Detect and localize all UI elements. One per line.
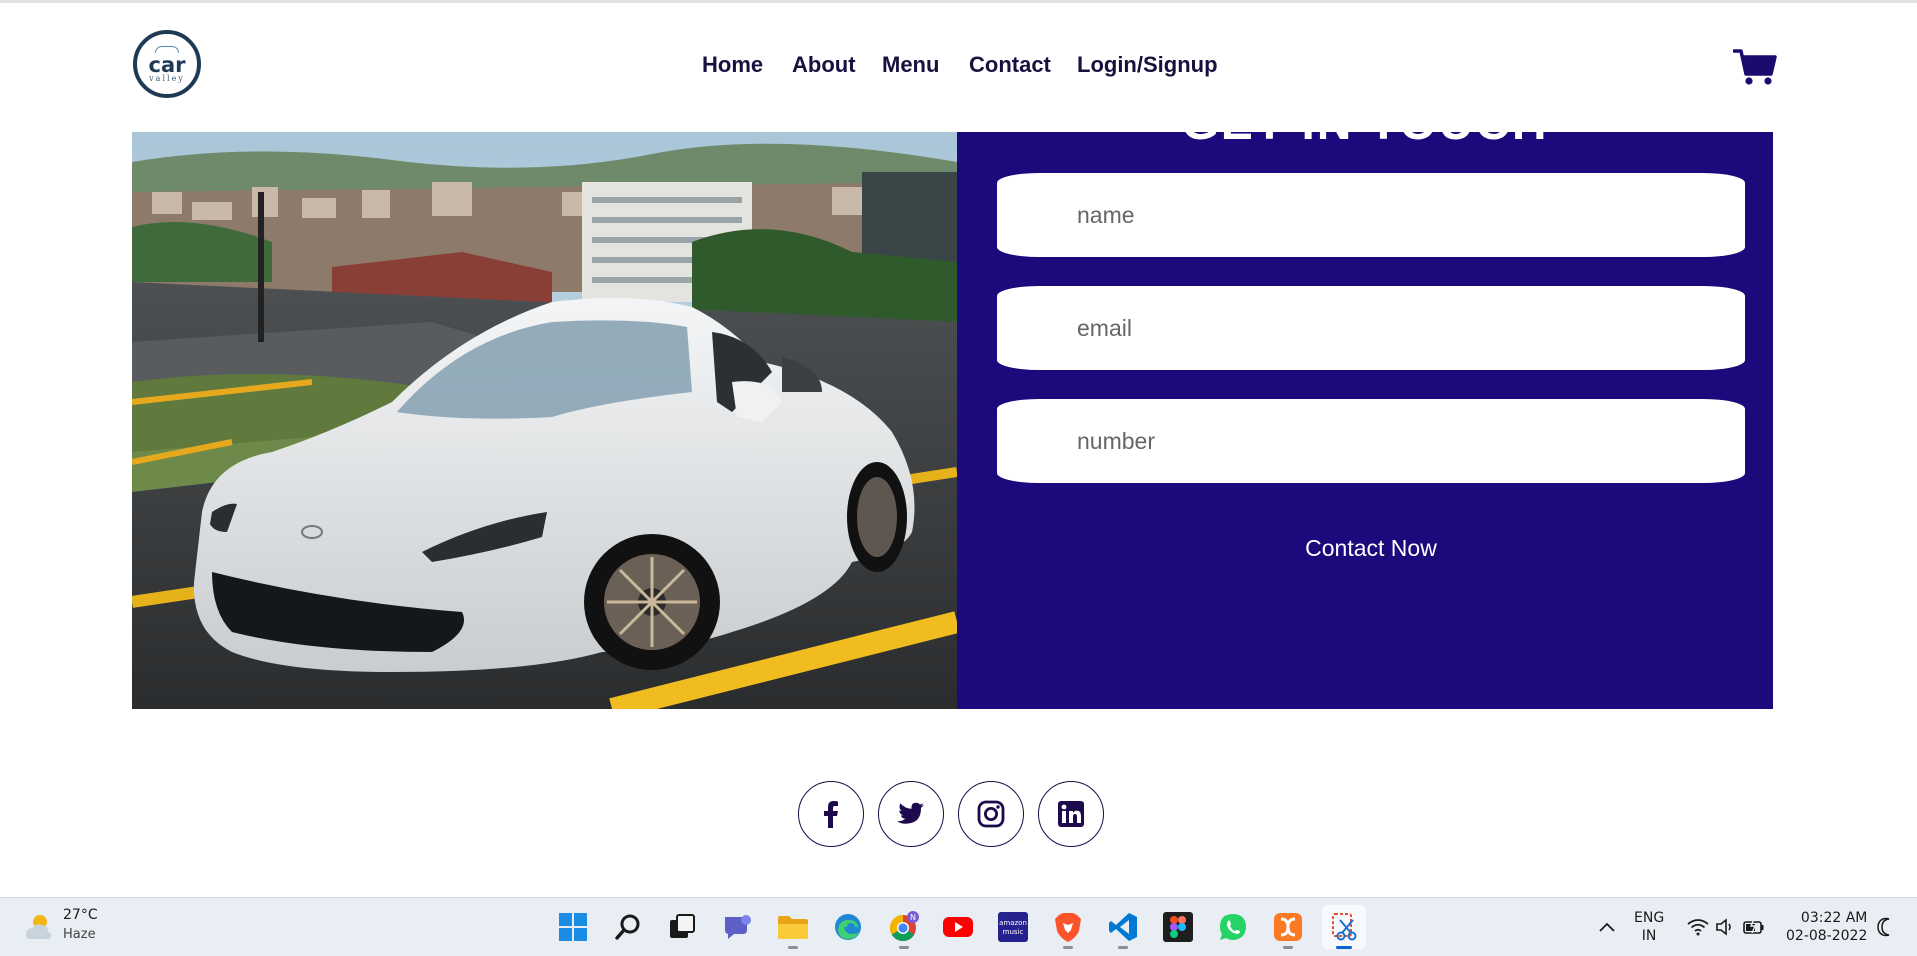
battery-charging-icon [1743, 918, 1764, 934]
vscode-button[interactable] [1105, 909, 1141, 949]
clock-time: 03:22 AM [1800, 910, 1868, 926]
xampp-button[interactable] [1270, 909, 1306, 949]
amazon-music-label-2: music [1003, 928, 1024, 936]
weather-temperature[interactable]: 27°C [63, 907, 98, 923]
task-view-icon [670, 914, 695, 938]
windows-logo-icon [559, 913, 587, 941]
language-code: ENG [1634, 910, 1665, 926]
main-nav: Home About Menu Contact Login/Signup [0, 52, 1917, 82]
car-photo [132, 132, 957, 709]
region-code: IN [1641, 928, 1657, 944]
nav-menu[interactable]: Menu [882, 52, 939, 78]
vscode-icon [1109, 913, 1137, 941]
weather-condition[interactable]: Haze [63, 927, 96, 942]
running-indicator [899, 946, 909, 949]
nav-home[interactable]: Home [702, 52, 763, 78]
running-indicator [788, 946, 798, 949]
show-hidden-icons-button[interactable] [1597, 898, 1617, 956]
figma-icon [1163, 912, 1193, 942]
edge-button[interactable] [830, 909, 866, 945]
amazon-music-label-1: amazon [999, 919, 1027, 927]
language-indicator[interactable]: ENG IN [1634, 898, 1664, 956]
instagram-icon [977, 800, 1005, 828]
linkedin-icon [1058, 801, 1084, 827]
whatsapp-icon [1220, 914, 1246, 940]
wifi-icon [1687, 919, 1709, 936]
figma-button[interactable] [1160, 909, 1196, 945]
amazon-music-button[interactable]: amazon music [995, 909, 1031, 945]
twitter-icon [897, 802, 924, 824]
name-input[interactable] [997, 173, 1745, 257]
whatsapp-button[interactable] [1215, 909, 1251, 945]
nav-login-signup[interactable]: Login/Signup [1077, 52, 1218, 78]
amazon-music-icon: amazon music [998, 912, 1028, 942]
xampp-icon [1274, 913, 1302, 941]
search-button[interactable] [610, 909, 646, 945]
chrome-button[interactable]: N [886, 909, 922, 949]
edge-icon [835, 914, 861, 940]
panel-heading: GET IN TOUCH [957, 132, 1773, 151]
brave-button[interactable] [1050, 909, 1086, 949]
brave-lion-icon [1055, 913, 1081, 942]
instagram-button[interactable] [958, 781, 1024, 847]
notifications-button[interactable] [1876, 898, 1896, 956]
start-button[interactable] [555, 909, 591, 945]
facebook-icon [824, 801, 838, 828]
clock-date: 02-08-2022 [1786, 928, 1868, 944]
contact-now-button[interactable]: Contact Now [997, 528, 1745, 568]
snipping-tool-icon [1332, 913, 1357, 941]
network-volume-battery[interactable] [1686, 898, 1766, 956]
file-explorer-button[interactable] [775, 909, 811, 949]
active-indicator [1336, 946, 1352, 949]
weather-haze-icon[interactable] [22, 911, 54, 943]
browser-top-border [0, 0, 1917, 3]
moon-icon [1877, 917, 1890, 937]
snipping-tool-button[interactable] [1322, 905, 1366, 949]
contact-panel: GET IN TOUCH Contact Now [957, 132, 1773, 709]
linkedin-button[interactable] [1038, 781, 1104, 847]
number-input[interactable] [997, 399, 1745, 483]
task-view-button[interactable] [664, 909, 700, 945]
email-input[interactable] [997, 286, 1745, 370]
search-icon [615, 914, 640, 940]
teams-chat-button[interactable] [719, 909, 755, 945]
chrome-icon: N [889, 911, 919, 942]
clock[interactable]: 03:22 AM 02-08-2022 [1786, 898, 1867, 956]
youtube-button[interactable] [940, 909, 976, 945]
running-indicator [1283, 946, 1293, 949]
cart-icon[interactable] [1733, 47, 1777, 87]
chevron-up-icon [1599, 922, 1615, 932]
folder-icon [778, 916, 808, 939]
chrome-profile-badge: N [910, 913, 916, 922]
teams-chat-icon [725, 915, 751, 939]
running-indicator [1118, 946, 1128, 949]
facebook-button[interactable] [798, 781, 864, 847]
running-indicator [1063, 946, 1073, 949]
nav-contact[interactable]: Contact [969, 52, 1051, 78]
volume-icon [1716, 918, 1731, 936]
twitter-button[interactable] [878, 781, 944, 847]
nav-about[interactable]: About [792, 52, 856, 78]
windows-taskbar: 27°C Haze N amazon music ENG IN 03:22 AM… [0, 897, 1917, 956]
youtube-icon [943, 917, 973, 937]
